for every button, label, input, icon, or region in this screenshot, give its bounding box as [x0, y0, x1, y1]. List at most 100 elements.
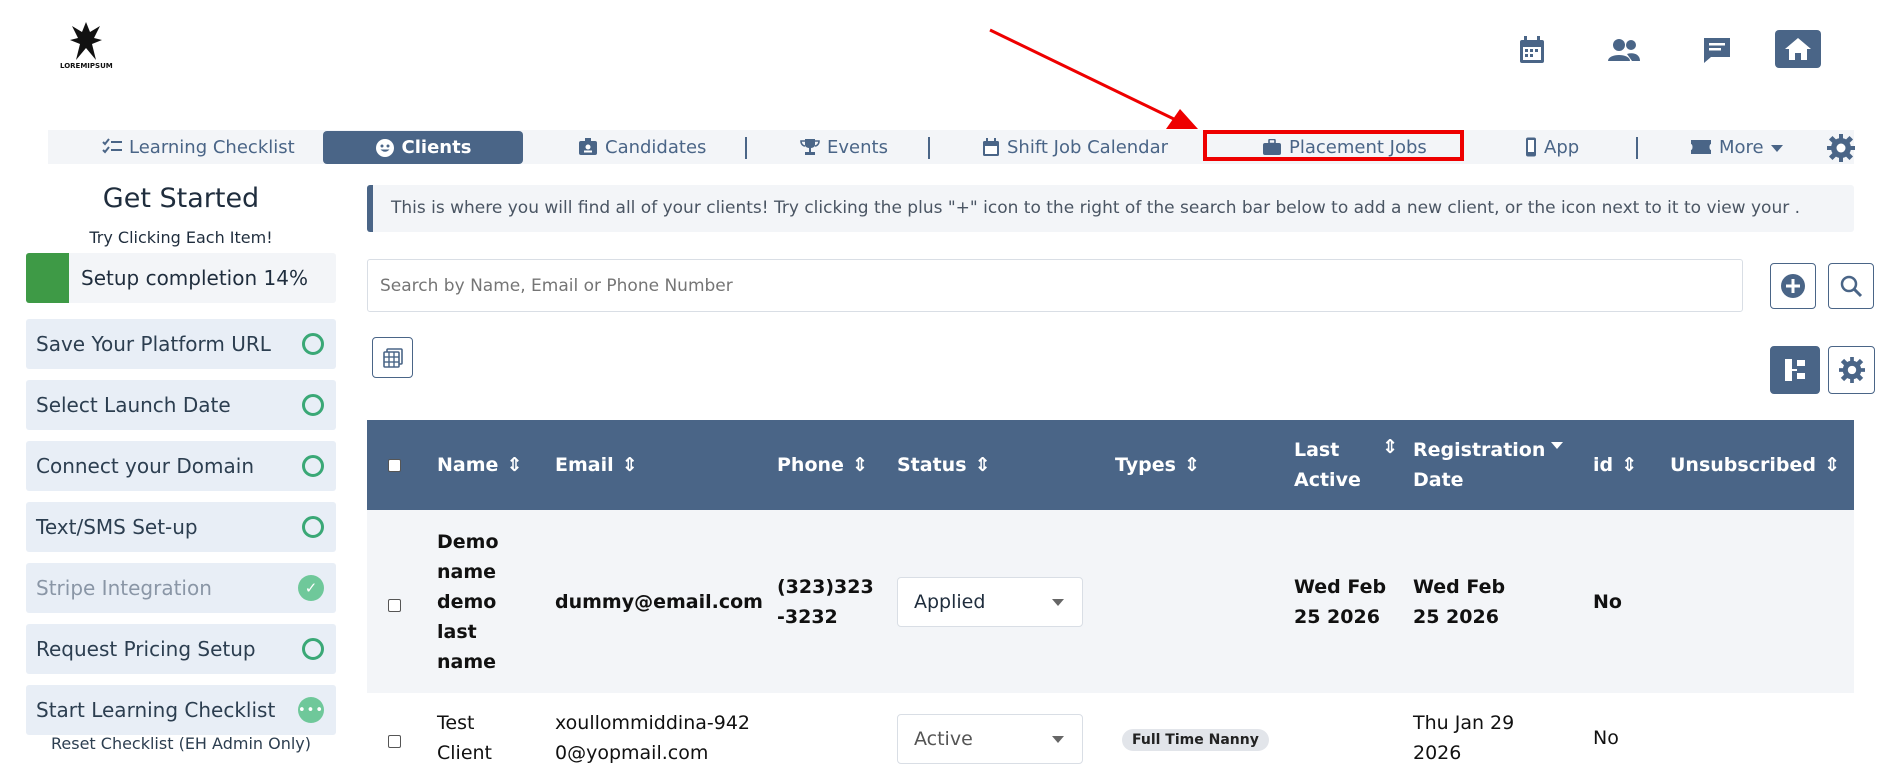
checklist-item-sms[interactable]: Text/SMS Set-up [26, 502, 336, 552]
checklist-item-pricing[interactable]: Request Pricing Setup [26, 624, 336, 674]
type-badge: Full Time Nanny [1122, 729, 1269, 751]
info-banner: This is where you will find all of your … [367, 185, 1854, 232]
checklist-item-label: Request Pricing Setup [36, 637, 256, 661]
tab-clients[interactable]: Clients [323, 131, 523, 164]
status-select-value: Active [914, 728, 973, 750]
nav-divider [1636, 137, 1638, 159]
sort-icon: ⇕ [1823, 454, 1840, 476]
nav-divider [745, 137, 747, 159]
row-checkbox[interactable] [388, 735, 401, 748]
hierarchy-icon [1785, 359, 1805, 381]
nav-divider [928, 137, 930, 159]
pending-circle-icon [302, 516, 324, 538]
tab-label: More [1719, 136, 1764, 158]
column-header-types[interactable]: Types ⇕ [1115, 420, 1200, 510]
id-badge-icon [579, 138, 597, 155]
cell-last-active: Wed Feb 25 2026 [1294, 576, 1387, 628]
checklist-item-label: Stripe Integration [36, 576, 212, 600]
hierarchy-view-button[interactable] [1770, 346, 1820, 394]
checklist-item-stripe[interactable]: Stripe Integration ✓ [26, 563, 336, 613]
check-circle-icon: ✓ [298, 575, 324, 601]
more-dots-icon: ••• [298, 697, 324, 723]
cell-name[interactable]: Test Client [437, 708, 517, 768]
checklist-item-domain[interactable]: Connect your Domain [26, 441, 336, 491]
cell-registration-date: Thu Jan 29 2026 [1413, 712, 1515, 764]
select-all-checkbox[interactable] [388, 459, 401, 472]
setup-progress: Setup completion 14% [26, 253, 336, 303]
tab-label: Shift Job Calendar [1007, 136, 1169, 158]
checklist-item-label: Text/SMS Set-up [36, 515, 198, 539]
cell-email: xoullommiddina-9420@yopmail.com [555, 712, 751, 764]
search-button[interactable] [1828, 263, 1874, 309]
placement-jobs-highlight [1203, 130, 1464, 161]
pending-circle-icon [302, 638, 324, 660]
cell-id: No [1593, 727, 1619, 749]
main-nav [48, 130, 1854, 164]
home-icon [1785, 38, 1811, 60]
tab-label: Candidates [605, 136, 707, 158]
reset-checklist-link[interactable]: Reset Checklist (EH Admin Only) [26, 734, 336, 753]
gear-icon[interactable] [1827, 134, 1855, 166]
sort-icon: ⇕ [974, 454, 991, 476]
calendar-icon[interactable] [1512, 32, 1552, 68]
column-header-last-active[interactable]: Last Active ⇕ [1294, 420, 1398, 510]
column-header-id[interactable]: id ⇕ [1593, 420, 1638, 510]
tab-learning-checklist[interactable]: Learning Checklist [102, 130, 295, 164]
plus-circle-icon [1781, 274, 1805, 298]
sort-desc-icon [1551, 442, 1563, 449]
tab-label: Clients [401, 137, 472, 158]
sort-icon: ⇕ [621, 454, 638, 476]
pending-circle-icon [302, 333, 324, 355]
brand-logo[interactable]: LOREMIPSUM [60, 18, 113, 74]
table-settings-button[interactable] [1828, 346, 1875, 394]
status-select[interactable]: Active [897, 714, 1083, 764]
column-header-unsubscribed[interactable]: Unsubscribed ⇕ [1670, 420, 1840, 510]
row-checkbox[interactable] [388, 599, 401, 612]
pending-circle-icon [302, 394, 324, 416]
add-client-button[interactable] [1770, 263, 1816, 309]
search-input[interactable] [367, 259, 1743, 312]
status-select[interactable]: Applied [897, 577, 1083, 627]
spreadsheet-icon [382, 347, 403, 368]
sidebar-title: Get Started [102, 183, 260, 214]
tab-label: Learning Checklist [129, 136, 295, 158]
checklist-icon [102, 138, 122, 154]
checklist-item-platform-url[interactable]: Save Your Platform URL [26, 319, 336, 369]
spreadsheet-button[interactable] [372, 337, 413, 378]
sidebar-subtitle: Try Clicking Each Item! [89, 228, 273, 247]
checklist-item-launch-date[interactable]: Select Launch Date [26, 380, 336, 430]
column-header-status[interactable]: Status ⇕ [897, 420, 991, 510]
mobile-icon [1526, 137, 1536, 157]
checklist-item-label: Save Your Platform URL [36, 332, 271, 356]
tab-events[interactable]: Events [800, 130, 888, 164]
chevron-down-icon [1052, 599, 1064, 606]
checklist-item-learning[interactable]: Start Learning Checklist ••• [26, 685, 336, 735]
cell-email: dummy@email.com [555, 591, 763, 613]
tab-app[interactable]: App [1525, 130, 1579, 164]
checklist-item-label: Start Learning Checklist [36, 698, 276, 722]
progress-label: Setup completion 14% [81, 266, 308, 290]
sort-icon: ⇕ [1621, 454, 1638, 476]
sort-icon: ⇕ [506, 454, 523, 476]
chevron-down-icon [1052, 736, 1064, 743]
column-header-email[interactable]: Email ⇕ [555, 420, 638, 510]
sort-icon: ⇕ [851, 454, 868, 476]
column-header-registration-date[interactable]: Registration Date [1413, 420, 1563, 510]
calendar-icon [983, 137, 999, 156]
tab-candidates[interactable]: Candidates [578, 130, 706, 164]
chat-icon[interactable] [1697, 32, 1737, 68]
gear-icon [1838, 357, 1865, 383]
cell-name[interactable]: Demo name demo last name [437, 527, 517, 677]
progress-fill [26, 253, 70, 303]
search-icon [1840, 275, 1863, 298]
users-icon[interactable] [1604, 32, 1644, 68]
column-header-phone[interactable]: Phone ⇕ [777, 420, 868, 510]
home-button[interactable] [1775, 30, 1821, 68]
cell-registration-date: Wed Feb 25 2026 [1413, 576, 1506, 628]
tab-more[interactable]: More [1690, 130, 1783, 164]
column-header-name[interactable]: Name ⇕ [437, 420, 523, 510]
logo-text: LOREMIPSUM [60, 62, 113, 70]
ticket-icon [1691, 140, 1711, 154]
smile-icon [375, 138, 394, 157]
tab-shift-job-calendar[interactable]: Shift Job Calendar [982, 130, 1168, 164]
